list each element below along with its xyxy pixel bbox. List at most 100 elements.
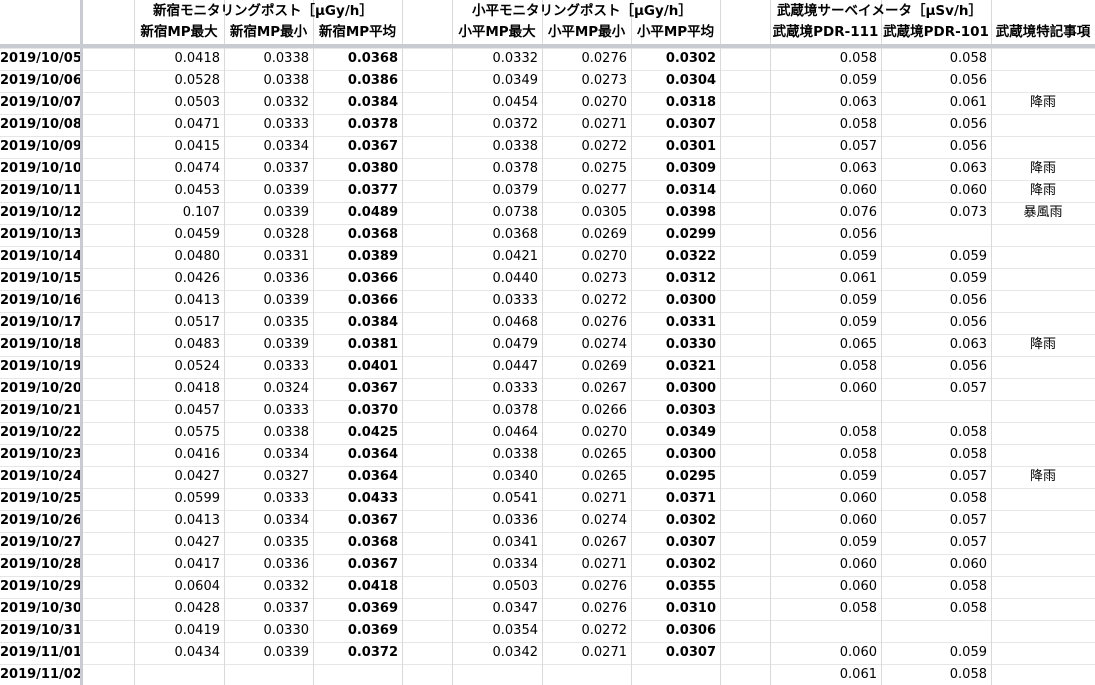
kodaira-max-cell[interactable]: 0.0479 bbox=[452, 334, 542, 356]
kodaira-min-cell[interactable]: 0.0271 bbox=[542, 642, 631, 664]
pdr111-cell[interactable]: 0.058 bbox=[770, 48, 881, 70]
shinjuku-min-cell[interactable]: 0.0328 bbox=[224, 224, 313, 246]
pdr111-cell[interactable]: 0.060 bbox=[770, 554, 881, 576]
date-cell[interactable]: 2019/10/16 bbox=[0, 290, 80, 312]
column-header-shinjuku-max[interactable]: 新宿MP最大 bbox=[134, 21, 224, 43]
kodaira-min-cell[interactable]: 0.0272 bbox=[542, 290, 631, 312]
kodaira-max-cell[interactable]: 0.0378 bbox=[452, 158, 542, 180]
pdr101-cell[interactable]: 0.057 bbox=[881, 378, 991, 400]
note-cell[interactable] bbox=[991, 510, 1095, 532]
kodaira-min-cell[interactable] bbox=[542, 664, 631, 685]
kodaira-max-cell[interactable]: 0.0349 bbox=[452, 70, 542, 92]
shinjuku-max-cell[interactable]: 0.0419 bbox=[134, 620, 224, 642]
shinjuku-avg-cell[interactable]: 0.0384 bbox=[313, 312, 402, 334]
shinjuku-max-cell[interactable]: 0.0471 bbox=[134, 114, 224, 136]
shinjuku-max-cell[interactable]: 0.0524 bbox=[134, 356, 224, 378]
date-cell[interactable]: 2019/10/30 bbox=[0, 598, 80, 620]
column-header-shinjuku-min[interactable]: 新宿MP最小 bbox=[224, 21, 313, 43]
date-cell[interactable]: 2019/10/19 bbox=[0, 356, 80, 378]
shinjuku-max-cell[interactable]: 0.0503 bbox=[134, 92, 224, 114]
note-cell[interactable] bbox=[991, 598, 1095, 620]
kodaira-min-cell[interactable]: 0.0271 bbox=[542, 554, 631, 576]
shinjuku-avg-cell[interactable]: 0.0384 bbox=[313, 92, 402, 114]
pdr111-cell[interactable]: 0.056 bbox=[770, 224, 881, 246]
column-header-kodaira-max[interactable]: 小平MP最大 bbox=[452, 21, 542, 43]
shinjuku-max-cell[interactable]: 0.0575 bbox=[134, 422, 224, 444]
kodaira-min-cell[interactable]: 0.0265 bbox=[542, 444, 631, 466]
note-cell[interactable]: 降雨 bbox=[991, 180, 1095, 202]
kodaira-min-cell[interactable]: 0.0266 bbox=[542, 400, 631, 422]
kodaira-avg-cell[interactable]: 0.0398 bbox=[631, 202, 720, 224]
pdr111-cell[interactable]: 0.059 bbox=[770, 466, 881, 488]
note-cell[interactable] bbox=[991, 664, 1095, 685]
note-cell[interactable] bbox=[991, 246, 1095, 268]
note-cell[interactable] bbox=[991, 532, 1095, 554]
pdr101-cell[interactable]: 0.056 bbox=[881, 136, 991, 158]
shinjuku-min-cell[interactable]: 0.0335 bbox=[224, 312, 313, 334]
pdr101-cell[interactable]: 0.059 bbox=[881, 268, 991, 290]
kodaira-min-cell[interactable]: 0.0272 bbox=[542, 136, 631, 158]
kodaira-min-cell[interactable]: 0.0271 bbox=[542, 114, 631, 136]
shinjuku-avg-cell[interactable]: 0.0368 bbox=[313, 532, 402, 554]
shinjuku-min-cell[interactable]: 0.0327 bbox=[224, 466, 313, 488]
pdr111-cell[interactable]: 0.060 bbox=[770, 642, 881, 664]
shinjuku-min-cell[interactable]: 0.0333 bbox=[224, 400, 313, 422]
note-cell[interactable] bbox=[991, 400, 1095, 422]
date-cell[interactable]: 2019/10/12 bbox=[0, 202, 80, 224]
shinjuku-min-cell[interactable]: 0.0331 bbox=[224, 246, 313, 268]
note-cell[interactable] bbox=[991, 268, 1095, 290]
date-cell[interactable]: 2019/10/11 bbox=[0, 180, 80, 202]
pdr101-cell[interactable]: 0.056 bbox=[881, 290, 991, 312]
kodaira-min-cell[interactable]: 0.0270 bbox=[542, 246, 631, 268]
shinjuku-min-cell[interactable]: 0.0338 bbox=[224, 70, 313, 92]
shinjuku-max-cell[interactable]: 0.0480 bbox=[134, 246, 224, 268]
kodaira-avg-cell[interactable]: 0.0322 bbox=[631, 246, 720, 268]
shinjuku-min-cell[interactable]: 0.0333 bbox=[224, 488, 313, 510]
shinjuku-avg-cell[interactable]: 0.0386 bbox=[313, 70, 402, 92]
shinjuku-max-cell[interactable] bbox=[134, 664, 224, 685]
pdr101-cell[interactable]: 0.058 bbox=[881, 664, 991, 685]
note-cell[interactable]: 降雨 bbox=[991, 92, 1095, 114]
note-cell[interactable] bbox=[991, 378, 1095, 400]
shinjuku-avg-cell[interactable]: 0.0377 bbox=[313, 180, 402, 202]
shinjuku-max-cell[interactable]: 0.0427 bbox=[134, 466, 224, 488]
kodaira-avg-cell[interactable]: 0.0318 bbox=[631, 92, 720, 114]
pdr101-cell[interactable]: 0.056 bbox=[881, 312, 991, 334]
shinjuku-avg-cell[interactable]: 0.0366 bbox=[313, 268, 402, 290]
note-cell[interactable] bbox=[991, 422, 1095, 444]
spreadsheet-grid[interactable]: 新宿モニタリングポスト［μGy/h］ 小平モニタリングポスト［μGy/h］ 武蔵… bbox=[0, 0, 1095, 685]
note-cell[interactable]: 降雨 bbox=[991, 466, 1095, 488]
shinjuku-min-cell[interactable]: 0.0334 bbox=[224, 136, 313, 158]
note-cell[interactable] bbox=[991, 444, 1095, 466]
date-cell[interactable]: 2019/10/07 bbox=[0, 92, 80, 114]
shinjuku-avg-cell[interactable]: 0.0378 bbox=[313, 114, 402, 136]
kodaira-max-cell[interactable]: 0.0336 bbox=[452, 510, 542, 532]
date-cell[interactable]: 2019/10/23 bbox=[0, 444, 80, 466]
kodaira-avg-cell[interactable]: 0.0302 bbox=[631, 510, 720, 532]
kodaira-avg-cell[interactable]: 0.0300 bbox=[631, 290, 720, 312]
pdr101-cell[interactable]: 0.058 bbox=[881, 488, 991, 510]
kodaira-max-cell[interactable]: 0.0468 bbox=[452, 312, 542, 334]
kodaira-min-cell[interactable]: 0.0274 bbox=[542, 334, 631, 356]
shinjuku-min-cell[interactable]: 0.0339 bbox=[224, 180, 313, 202]
pdr101-cell[interactable]: 0.058 bbox=[881, 576, 991, 598]
pdr101-cell[interactable]: 0.057 bbox=[881, 532, 991, 554]
kodaira-max-cell[interactable]: 0.0333 bbox=[452, 378, 542, 400]
pdr101-cell[interactable]: 0.057 bbox=[881, 510, 991, 532]
kodaira-max-cell[interactable]: 0.0342 bbox=[452, 642, 542, 664]
shinjuku-avg-cell[interactable]: 0.0367 bbox=[313, 136, 402, 158]
kodaira-min-cell[interactable]: 0.0272 bbox=[542, 620, 631, 642]
shinjuku-avg-cell[interactable]: 0.0364 bbox=[313, 444, 402, 466]
pdr111-cell[interactable]: 0.060 bbox=[770, 488, 881, 510]
kodaira-avg-cell[interactable]: 0.0304 bbox=[631, 70, 720, 92]
pdr101-cell[interactable]: 0.058 bbox=[881, 598, 991, 620]
shinjuku-max-cell[interactable]: 0.0417 bbox=[134, 554, 224, 576]
kodaira-min-cell[interactable]: 0.0267 bbox=[542, 532, 631, 554]
kodaira-max-cell[interactable]: 0.0464 bbox=[452, 422, 542, 444]
date-cell[interactable]: 2019/10/24 bbox=[0, 466, 80, 488]
pdr111-cell[interactable] bbox=[770, 620, 881, 642]
shinjuku-max-cell[interactable]: 0.0599 bbox=[134, 488, 224, 510]
date-cell[interactable]: 2019/10/10 bbox=[0, 158, 80, 180]
note-cell[interactable] bbox=[991, 70, 1095, 92]
pdr101-cell[interactable]: 0.059 bbox=[881, 246, 991, 268]
